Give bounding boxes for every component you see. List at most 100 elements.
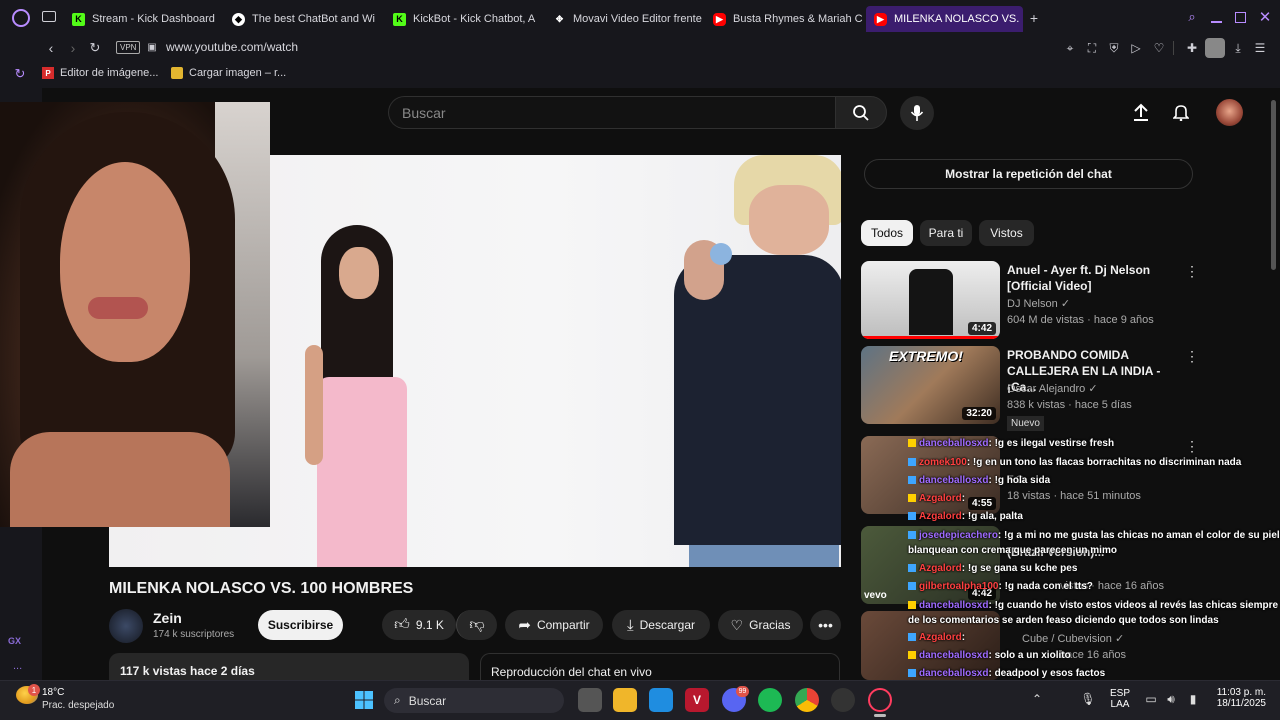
chat-replay-panel[interactable]: Reproducción del chat en vivo bbox=[480, 653, 840, 683]
channel-name[interactable]: Zein bbox=[153, 610, 182, 626]
search-input[interactable]: Buscar bbox=[388, 96, 835, 129]
tab-search-icon[interactable]: ⌕ bbox=[1185, 9, 1199, 24]
reload-icon[interactable]: ↻ bbox=[86, 39, 104, 57]
download-icon[interactable]: ⤓ bbox=[1229, 39, 1247, 57]
chat-message: Azgalord: !g ala, palta bbox=[908, 511, 1023, 522]
recommendation-channel[interactable]: Cube / Cubevision ✓ bbox=[1022, 632, 1124, 645]
subscribe-button[interactable]: Suscribirse bbox=[258, 610, 343, 640]
network-icon[interactable]: ▭ bbox=[1144, 691, 1158, 707]
opera-gx-logo-icon[interactable] bbox=[12, 9, 30, 27]
chip-todos[interactable]: Todos bbox=[861, 220, 913, 246]
more-actions-button[interactable]: ••• bbox=[810, 610, 841, 640]
search-button[interactable] bbox=[835, 96, 887, 129]
chat-username: josedepicachero bbox=[919, 530, 998, 541]
show-chat-replay-button[interactable]: Mostrar la repetición del chat bbox=[864, 159, 1193, 189]
chat-text: : !g nada con el tts? bbox=[998, 581, 1093, 592]
voice-search-button[interactable] bbox=[900, 96, 934, 130]
profile-avatar[interactable] bbox=[1205, 38, 1225, 58]
opera-gx-taskbar-icon[interactable] bbox=[868, 688, 892, 712]
tab-kickbot[interactable]: K KickBot - Kick Chatbot, A bbox=[393, 6, 543, 32]
video-title: MILENKA NOLASCO VS. 100 HOMBRES bbox=[109, 580, 414, 597]
bookmark-photopea[interactable]: P Editor de imágene... bbox=[42, 67, 158, 79]
obs-icon[interactable] bbox=[831, 688, 855, 712]
store-icon[interactable] bbox=[649, 688, 673, 712]
recommendation-thumbnail[interactable]: 4:42 bbox=[861, 261, 1000, 339]
account-avatar[interactable] bbox=[1216, 99, 1243, 126]
battery-icon[interactable]: ▮ bbox=[1186, 691, 1200, 707]
tab-milenka-nolasco[interactable]: ▶ MILENKA NOLASCO VS. 1 bbox=[866, 6, 1023, 32]
download-button[interactable]: ⤓ Descargar bbox=[612, 610, 710, 640]
tab-movavi[interactable]: ✥ Movavi Video Editor frente bbox=[553, 6, 703, 32]
close-window-icon[interactable]: ✕ bbox=[1258, 9, 1272, 26]
page-scrollbar[interactable] bbox=[1271, 100, 1276, 270]
chrome-icon[interactable] bbox=[795, 688, 819, 712]
chat-text: blanquean con crema que parecen un mimo bbox=[908, 545, 1117, 556]
clock-time: 11:03 p. m. bbox=[1216, 687, 1266, 698]
heart-icon[interactable]: ♡ bbox=[1150, 39, 1168, 57]
tab-chatbot[interactable]: ◆ The best ChatBot and Wi bbox=[232, 6, 382, 32]
back-arrow-icon[interactable]: ‹ bbox=[42, 39, 60, 57]
chat-message: danceballosxd: solo a un xiolito bbox=[908, 650, 1071, 661]
search-icon: ⌕ bbox=[394, 693, 401, 707]
movavi-taskbar-icon[interactable]: V bbox=[685, 688, 709, 712]
chat-text: : deadpool y esos factos bbox=[988, 668, 1106, 679]
tab-kick-dashboard[interactable]: K Stream - Kick Dashboard bbox=[72, 6, 222, 32]
vpn-badge[interactable]: VPN bbox=[116, 41, 141, 54]
weather-description[interactable]: Prac. despejado bbox=[42, 700, 114, 711]
more-vertical-icon[interactable]: ⋮ bbox=[1185, 348, 1199, 365]
recommendation-channel[interactable]: Oscar Alejandro ✓ bbox=[1007, 382, 1098, 395]
recommendation-thumbnail[interactable]: EXTREMO! 32:20 bbox=[861, 346, 1000, 424]
upload-icon[interactable] bbox=[1132, 103, 1150, 121]
file-explorer-icon[interactable] bbox=[613, 688, 637, 712]
tab-label: Stream - Kick Dashboard bbox=[92, 13, 215, 25]
chip-para-ti[interactable]: Para ti bbox=[920, 220, 972, 246]
pin-icon[interactable]: ⌖ bbox=[1061, 39, 1079, 57]
taskbar-search[interactable]: ⌕ Buscar bbox=[384, 688, 564, 713]
spotify-icon[interactable] bbox=[758, 688, 782, 712]
chat-badge-icon bbox=[908, 564, 916, 573]
new-tab-plus-icon[interactable]: + bbox=[1027, 10, 1041, 26]
url-text[interactable]: www.youtube.com/watch bbox=[166, 40, 298, 54]
share-button[interactable]: ➦ Compartir bbox=[505, 610, 603, 640]
tray-mic-icon[interactable]: 🎙︎ bbox=[1080, 691, 1095, 707]
tab-label: Movavi Video Editor frente bbox=[573, 13, 702, 25]
chip-vistos[interactable]: Vistos bbox=[979, 220, 1034, 246]
more-horizontal-icon: ••• bbox=[818, 617, 833, 633]
more-vertical-icon[interactable]: ⋮ bbox=[1185, 263, 1199, 280]
clock[interactable]: 11:03 p. m. 18/11/2025 bbox=[1210, 687, 1266, 709]
bookmark-imgbb[interactable]: Cargar imagen – r... bbox=[171, 67, 286, 79]
channel-avatar[interactable] bbox=[109, 609, 143, 643]
play-icon[interactable]: ▷ bbox=[1127, 39, 1145, 57]
recommendation-title[interactable]: Anuel - Ayer ft. Dj Nelson [Official Vid… bbox=[1007, 262, 1177, 294]
tab-overview-icon[interactable] bbox=[42, 11, 56, 22]
dislike-button[interactable]: 👎︎ bbox=[456, 610, 497, 640]
maximize-icon[interactable] bbox=[1235, 12, 1246, 23]
weather-temperature[interactable]: 18°C bbox=[42, 687, 64, 698]
forward-arrow-icon[interactable]: › bbox=[64, 39, 82, 57]
windows-start-icon[interactable] bbox=[352, 688, 376, 712]
menu-icon[interactable]: ☰ bbox=[1251, 39, 1269, 57]
chat-message: danceballosxd: !g cuando he visto estos … bbox=[908, 600, 1278, 611]
volume-icon[interactable]: 🔊︎ bbox=[1164, 691, 1178, 707]
like-button[interactable]: 👍︎ 9.1 K bbox=[382, 610, 456, 640]
recommendation-channel[interactable]: DJ Nelson ✓ bbox=[1007, 297, 1070, 310]
shield-icon[interactable]: ⛨ bbox=[1105, 39, 1123, 57]
minimize-icon[interactable] bbox=[1211, 21, 1222, 23]
tray-chevron-icon[interactable]: ⌃ bbox=[1030, 691, 1044, 707]
notifications-bell-icon[interactable] bbox=[1172, 103, 1190, 121]
lock-icon[interactable]: ▣ bbox=[147, 40, 157, 54]
description-box[interactable]: 117 k vistas hace 2 días bbox=[109, 653, 469, 683]
tab-busta-rhymes[interactable]: ▶ Busta Rhymes & Mariah C bbox=[713, 6, 863, 32]
snapshot-icon[interactable]: ⛶ bbox=[1083, 39, 1101, 57]
gx-corner-label[interactable]: GX bbox=[8, 636, 21, 646]
language-indicator[interactable]: ESP LAA bbox=[1110, 688, 1130, 710]
more-vertical-icon[interactable]: ⋮ bbox=[1185, 438, 1199, 455]
history-icon[interactable]: ↻ bbox=[13, 66, 27, 81]
thanks-button[interactable]: ♡ Gracias bbox=[718, 610, 803, 640]
task-view-icon[interactable] bbox=[578, 688, 602, 712]
sidebar-more-icon[interactable]: ... bbox=[13, 660, 22, 672]
chat-text: : !g a mi no me gusta las chicas no aman… bbox=[997, 530, 1280, 541]
youtube-icon: ▶ bbox=[874, 12, 887, 26]
chat-text: de los comentarios se arden feaso dicien… bbox=[908, 615, 1219, 626]
extensions-icon[interactable]: ✚ bbox=[1183, 39, 1201, 57]
